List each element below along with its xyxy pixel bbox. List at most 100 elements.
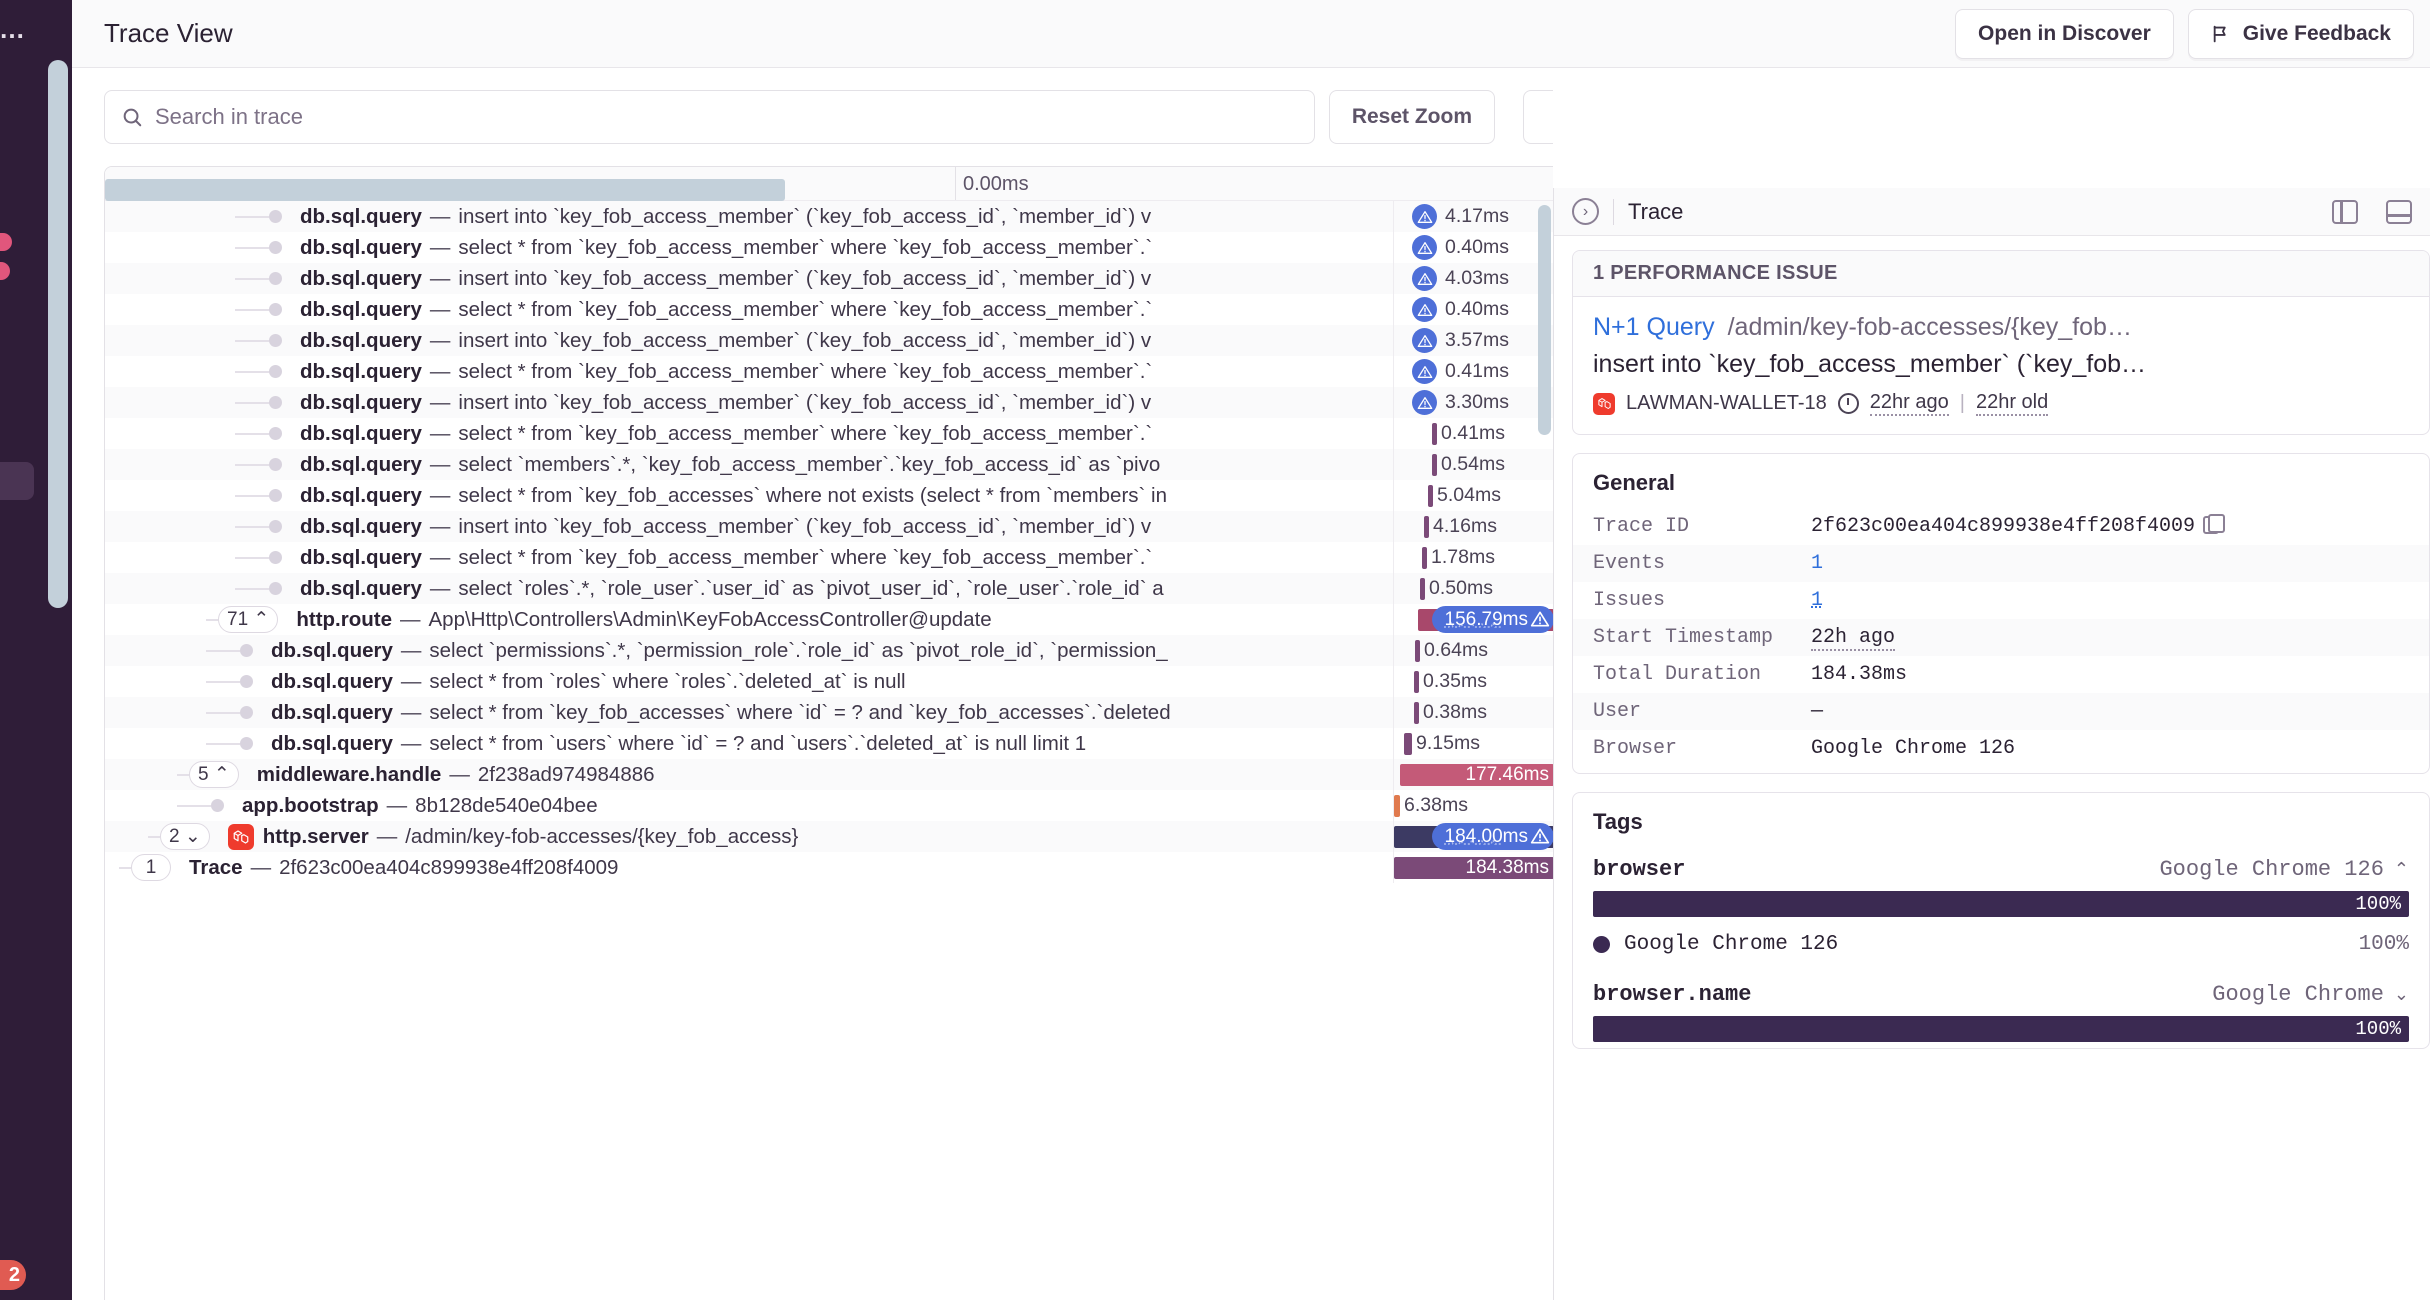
search-icon <box>121 106 143 128</box>
layout-split-bottom-icon[interactable] <box>2386 199 2412 224</box>
chevron-icon[interactable]: ⌃ <box>2394 859 2409 880</box>
general-row-value[interactable]: 2f623c00ea404c899938e4ff208f4009 <box>1811 514 2409 538</box>
trace-row[interactable]: db.sql.query — select * from `key_fob_acce… <box>105 697 1553 728</box>
trace-row-label: db.sql.query — select `roles`.*, `role_use… <box>105 573 1393 604</box>
tree-line <box>235 215 269 218</box>
tree-collapse-chip[interactable]: 1 <box>131 854 171 881</box>
span-description: select * from `key_fob_accesses` where `… <box>429 700 1171 724</box>
span-description: select `roles`.*, `role_user`.`user_id` … <box>458 576 1164 600</box>
span-duration-label: 4.17ms <box>1445 205 1509 227</box>
trace-row[interactable]: db.sql.query — select * from `key_fob_acce… <box>105 294 1553 325</box>
performance-issue-card: 1 PERFORMANCE ISSUE N+1 Query /admin/key… <box>1572 250 2430 435</box>
tree-line <box>235 339 269 342</box>
page-header: Trace View Open in Discover Give Feedbac… <box>72 0 2430 68</box>
general-row-value[interactable]: 22h ago <box>1811 626 2409 651</box>
trace-row[interactable]: db.sql.query — insert into `key_fob_access… <box>105 263 1553 294</box>
span-description: select * from `key_fob_accesses` where n… <box>458 483 1168 507</box>
search-input[interactable] <box>155 104 1298 130</box>
trace-row[interactable]: db.sql.query — insert into `key_fob_access… <box>105 325 1553 356</box>
page-scrollbar[interactable] <box>48 60 68 608</box>
span-description: select * from `key_fob_access_member` wh… <box>458 297 1153 321</box>
tree-connector <box>105 697 271 728</box>
trace-row[interactable]: db.sql.query — select * from `key_fob_acce… <box>105 232 1553 263</box>
span-op-name: db.sql.query <box>271 700 393 724</box>
span-duration-label: 5.04ms <box>1437 484 1501 506</box>
general-row-value: — <box>1811 700 1824 723</box>
span-duration-cell: 5.04ms <box>1393 480 1553 511</box>
tree-collapse-chip[interactable]: 2 ⌄ <box>160 823 210 850</box>
tree-node-dot <box>269 520 282 533</box>
trace-row[interactable]: db.sql.query — select * from `key_fob_acce… <box>105 542 1553 573</box>
tree-line <box>235 525 269 528</box>
tree-line <box>235 587 269 590</box>
span-duration-cell: 4.03ms <box>1393 263 1553 294</box>
overflow-button[interactable] <box>1523 90 1553 144</box>
general-row-key: Issues <box>1593 589 1666 612</box>
tree-connector <box>105 294 300 325</box>
span-description: select * from `key_fob_access_member` wh… <box>458 235 1153 259</box>
nav-badge[interactable]: 2 <box>0 1260 26 1290</box>
trace-minimap[interactable] <box>105 179 785 201</box>
trace-row[interactable]: db.sql.query — select `permissions`.*, `pe… <box>105 635 1553 666</box>
layout-split-right-icon[interactable] <box>2332 199 2358 224</box>
reset-zoom-button[interactable]: Reset Zoom <box>1328 90 1495 144</box>
nav-chip[interactable] <box>0 462 34 500</box>
trace-row[interactable]: db.sql.query — select * from `key_fob_acce… <box>105 418 1553 449</box>
detail-panel-title: Trace <box>1628 198 1684 224</box>
span-op-name: db.sql.query <box>300 514 422 538</box>
issue-last-seen[interactable]: 22hr ago <box>1869 391 1949 416</box>
trace-row[interactable]: db.sql.query — select * from `users` where… <box>105 728 1553 759</box>
trace-row[interactable]: db.sql.query — select * from `key_fob_acce… <box>105 356 1553 387</box>
span-duration-cell: 0.41ms <box>1393 418 1553 449</box>
span-issue-pill[interactable]: 156.79ms <box>1432 606 1553 633</box>
trace-row[interactable]: db.sql.query — insert into `key_fob_access… <box>105 387 1553 418</box>
open-in-discover-button[interactable]: Open in Discover <box>1955 8 2174 59</box>
tag-distribution-bar[interactable]: 100% <box>1593 1016 2409 1042</box>
trace-row[interactable]: 71 ⌃ http.route — App\Http\Controllers\Admi… <box>105 604 1553 635</box>
tree-node-dot <box>269 272 282 285</box>
give-feedback-label: Give Feedback <box>2242 21 2391 45</box>
search-container[interactable] <box>104 90 1315 144</box>
issue-type-link[interactable]: N+1 Query <box>1593 313 1715 342</box>
tag-header[interactable]: browser Google Chrome 126 ⌃ <box>1593 857 2409 882</box>
tag-value: Google Chrome <box>2212 982 2384 1007</box>
trace-row[interactable]: app.bootstrap — 8b128de540e04bee 6.38ms <box>105 790 1553 821</box>
give-feedback-button[interactable]: Give Feedback <box>2187 8 2414 59</box>
expand-panel-icon[interactable]: › <box>1572 198 1599 225</box>
trace-row[interactable]: 2 ⌄ http.server — /admin/key-fob-accesses/{… <box>105 821 1553 852</box>
general-row-value[interactable]: 1 <box>1811 589 2409 612</box>
copy-icon[interactable] <box>2203 514 2226 534</box>
trace-rows-scrollbar[interactable] <box>1538 205 1551 435</box>
open-in-discover-label: Open in Discover <box>1978 21 2151 45</box>
span-separator: — <box>429 576 451 600</box>
span-description: insert into `key_fob_access_member` (`ke… <box>458 514 1152 538</box>
trace-rows: db.sql.query — insert into `key_fob_access… <box>105 201 1553 1300</box>
tag-distribution-bar[interactable]: 100% <box>1593 891 2409 917</box>
span-duration-label: 0.40ms <box>1445 236 1509 258</box>
tree-line <box>177 804 211 807</box>
trace-row[interactable]: db.sql.query — select `roles`.*, `role_use… <box>105 573 1553 604</box>
trace-row[interactable]: 5 ⌃ middleware.handle — 2f238ad974984886 177… <box>105 759 1553 790</box>
tree-collapse-chip[interactable]: 71 ⌃ <box>218 606 279 633</box>
trace-row[interactable]: db.sql.query — select * from `key_fob_acce… <box>105 480 1553 511</box>
span-issue-pill[interactable]: 184.00ms <box>1432 823 1553 850</box>
timestamp-value[interactable]: 22h ago <box>1811 626 1896 651</box>
trace-row[interactable]: db.sql.query — select `members`.*, `key_fo… <box>105 449 1553 480</box>
trace-row[interactable]: db.sql.query — insert into `key_fob_access… <box>105 511 1553 542</box>
general-row-value[interactable]: 1 <box>1811 552 2409 575</box>
trace-row[interactable]: db.sql.query — select * from `roles` where… <box>105 666 1553 697</box>
chevron-icon[interactable]: ⌄ <box>2394 984 2409 1005</box>
tree-node-dot <box>269 427 282 440</box>
trace-row[interactable]: 1 Trace —2f623c00ea404c899938e4ff208f4009 1… <box>105 852 1553 883</box>
general-row: Issues 1 <box>1573 582 2429 619</box>
tag-header[interactable]: browser.name Google Chrome ⌄ <box>1593 982 2409 1007</box>
trace-panel: 0.00ms db.sql.query — insert into `key_fob… <box>104 166 1553 1300</box>
span-duration-bar: 184.38ms <box>1394 856 1553 879</box>
span-op-name: db.sql.query <box>300 545 422 569</box>
trace-row[interactable]: db.sql.query — insert into `key_fob_access… <box>105 201 1553 232</box>
span-op-name: db.sql.query <box>300 297 422 321</box>
issue-age[interactable]: 22hr old <box>1975 391 2049 416</box>
tree-collapse-chip[interactable]: 5 ⌃ <box>189 761 239 788</box>
tree-line <box>119 866 131 869</box>
trace-row-label: 5 ⌃ middleware.handle — 2f238ad974984886 <box>105 759 1393 790</box>
